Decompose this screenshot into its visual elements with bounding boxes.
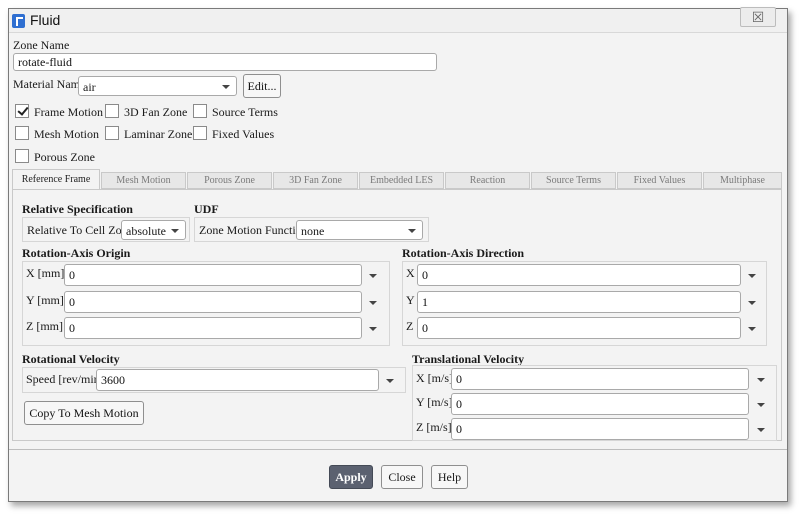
udf-title: UDF <box>194 202 219 216</box>
tab-fixed-values[interactable]: Fixed Values <box>617 172 702 189</box>
rotation-axis-origin-title: Rotation-Axis Origin <box>22 246 131 260</box>
translational-x-label: X [m/s] <box>416 371 453 385</box>
relative-to-cell-zone-dropdown[interactable]: absolute <box>121 220 186 240</box>
origin-x-label: X [mm] <box>26 266 65 280</box>
3d-fan-zone-checkbox[interactable] <box>105 104 119 118</box>
footer-divider <box>9 449 787 450</box>
translational-z-dropdown-icon[interactable] <box>757 428 765 432</box>
origin-y-input[interactable]: 0 <box>64 291 362 313</box>
zone-motion-function-value: none <box>301 224 325 238</box>
edit-material-button[interactable]: Edit... <box>243 74 281 98</box>
reference-frame-panel: Relative Specification Relative To Cell … <box>12 189 782 441</box>
material-name-value: air <box>83 80 96 94</box>
direction-x-input[interactable]: 0 <box>417 264 741 286</box>
translational-y-input[interactable]: 0 <box>451 393 749 415</box>
fluid-dialog: Fluid ☒ Zone Name rotate-fluid Material … <box>8 7 788 502</box>
close-icon: ☒ <box>751 9 765 25</box>
origin-x-input[interactable]: 0 <box>64 264 362 286</box>
zone-name-input[interactable]: rotate-fluid <box>13 53 437 71</box>
window-title: Fluid <box>30 12 61 28</box>
speed-input[interactable]: 3600 <box>96 369 379 391</box>
translational-z-input[interactable]: 0 <box>451 418 749 440</box>
tab-porous-zone[interactable]: Porous Zone <box>187 172 272 189</box>
laminar-zone-label: Laminar Zone <box>124 127 193 141</box>
porous-zone-label: Porous Zone <box>34 150 95 164</box>
tab-reference-frame[interactable]: Reference Frame <box>12 169 100 190</box>
direction-y-dropdown-icon[interactable] <box>748 301 756 305</box>
speed-label: Speed [rev/min] <box>26 372 104 386</box>
direction-y-input[interactable]: 1 <box>417 291 741 313</box>
material-name-label: Material Name <box>13 77 86 91</box>
source-terms-label: Source Terms <box>212 105 278 119</box>
fixed-values-checkbox[interactable] <box>193 126 207 140</box>
origin-x-dropdown-icon[interactable] <box>369 274 377 278</box>
tab-embedded-les[interactable]: Embedded LES <box>359 172 444 189</box>
direction-x-label: X <box>406 266 415 280</box>
tab-mesh-motion[interactable]: Mesh Motion <box>101 172 186 189</box>
fluent-app-icon <box>12 14 25 28</box>
tab-reaction[interactable]: Reaction <box>445 172 530 189</box>
fixed-values-label: Fixed Values <box>212 127 275 141</box>
tab-source-terms[interactable]: Source Terms <box>531 172 616 189</box>
porous-zone-checkbox[interactable] <box>15 149 29 163</box>
chevron-down-icon <box>222 85 230 89</box>
material-name-dropdown[interactable]: air <box>78 76 237 96</box>
source-terms-checkbox[interactable] <box>193 104 207 118</box>
zone-name-label: Zone Name <box>13 38 70 52</box>
origin-y-label: Y [mm] <box>26 293 64 307</box>
relative-specification-title: Relative Specification <box>22 202 133 216</box>
3d-fan-zone-label: 3D Fan Zone <box>124 105 188 119</box>
chevron-down-icon <box>408 229 416 233</box>
tab-3d-fan-zone[interactable]: 3D Fan Zone <box>273 172 358 189</box>
apply-button[interactable]: Apply <box>329 465 373 489</box>
mesh-motion-label: Mesh Motion <box>34 127 100 141</box>
relative-to-cell-zone-value: absolute <box>126 224 166 238</box>
origin-z-dropdown-icon[interactable] <box>369 327 377 331</box>
direction-z-input[interactable]: 0 <box>417 317 741 339</box>
mesh-motion-checkbox[interactable] <box>15 126 29 140</box>
translational-z-label: Z [m/s] <box>416 420 452 434</box>
direction-z-label: Z <box>406 319 414 333</box>
close-button[interactable]: Close <box>381 465 423 489</box>
frame-motion-label: Frame Motion <box>34 105 103 119</box>
relative-to-cell-zone-label: Relative To Cell Zone <box>27 223 133 237</box>
copy-to-mesh-motion-button[interactable]: Copy To Mesh Motion <box>24 401 144 425</box>
origin-z-label: Z [mm] <box>26 319 63 333</box>
translational-x-dropdown-icon[interactable] <box>757 378 765 382</box>
frame-motion-checkbox[interactable] <box>15 104 29 118</box>
direction-x-dropdown-icon[interactable] <box>748 274 756 278</box>
help-button[interactable]: Help <box>431 465 468 489</box>
laminar-zone-checkbox[interactable] <box>105 126 119 140</box>
speed-dropdown-icon[interactable] <box>386 379 394 383</box>
title-bar: Fluid ☒ <box>9 7 787 33</box>
zone-motion-function-label: Zone Motion Function <box>199 223 308 237</box>
direction-y-label: Y <box>406 293 415 307</box>
tab-multiphase[interactable]: Multiphase <box>703 172 782 189</box>
tab-bar: Reference Frame Mesh Motion Porous Zone … <box>12 169 782 190</box>
origin-y-dropdown-icon[interactable] <box>369 301 377 305</box>
rotational-velocity-title: Rotational Velocity <box>22 352 120 366</box>
rotation-axis-direction-title: Rotation-Axis Direction <box>402 246 525 260</box>
origin-z-input[interactable]: 0 <box>64 317 362 339</box>
window-close-button[interactable]: ☒ <box>740 7 776 27</box>
chevron-down-icon <box>171 229 179 233</box>
translational-y-dropdown-icon[interactable] <box>757 403 765 407</box>
translational-y-label: Y [m/s] <box>416 395 453 409</box>
direction-z-dropdown-icon[interactable] <box>748 327 756 331</box>
translational-x-input[interactable]: 0 <box>451 368 749 390</box>
zone-motion-function-dropdown[interactable]: none <box>296 220 423 240</box>
